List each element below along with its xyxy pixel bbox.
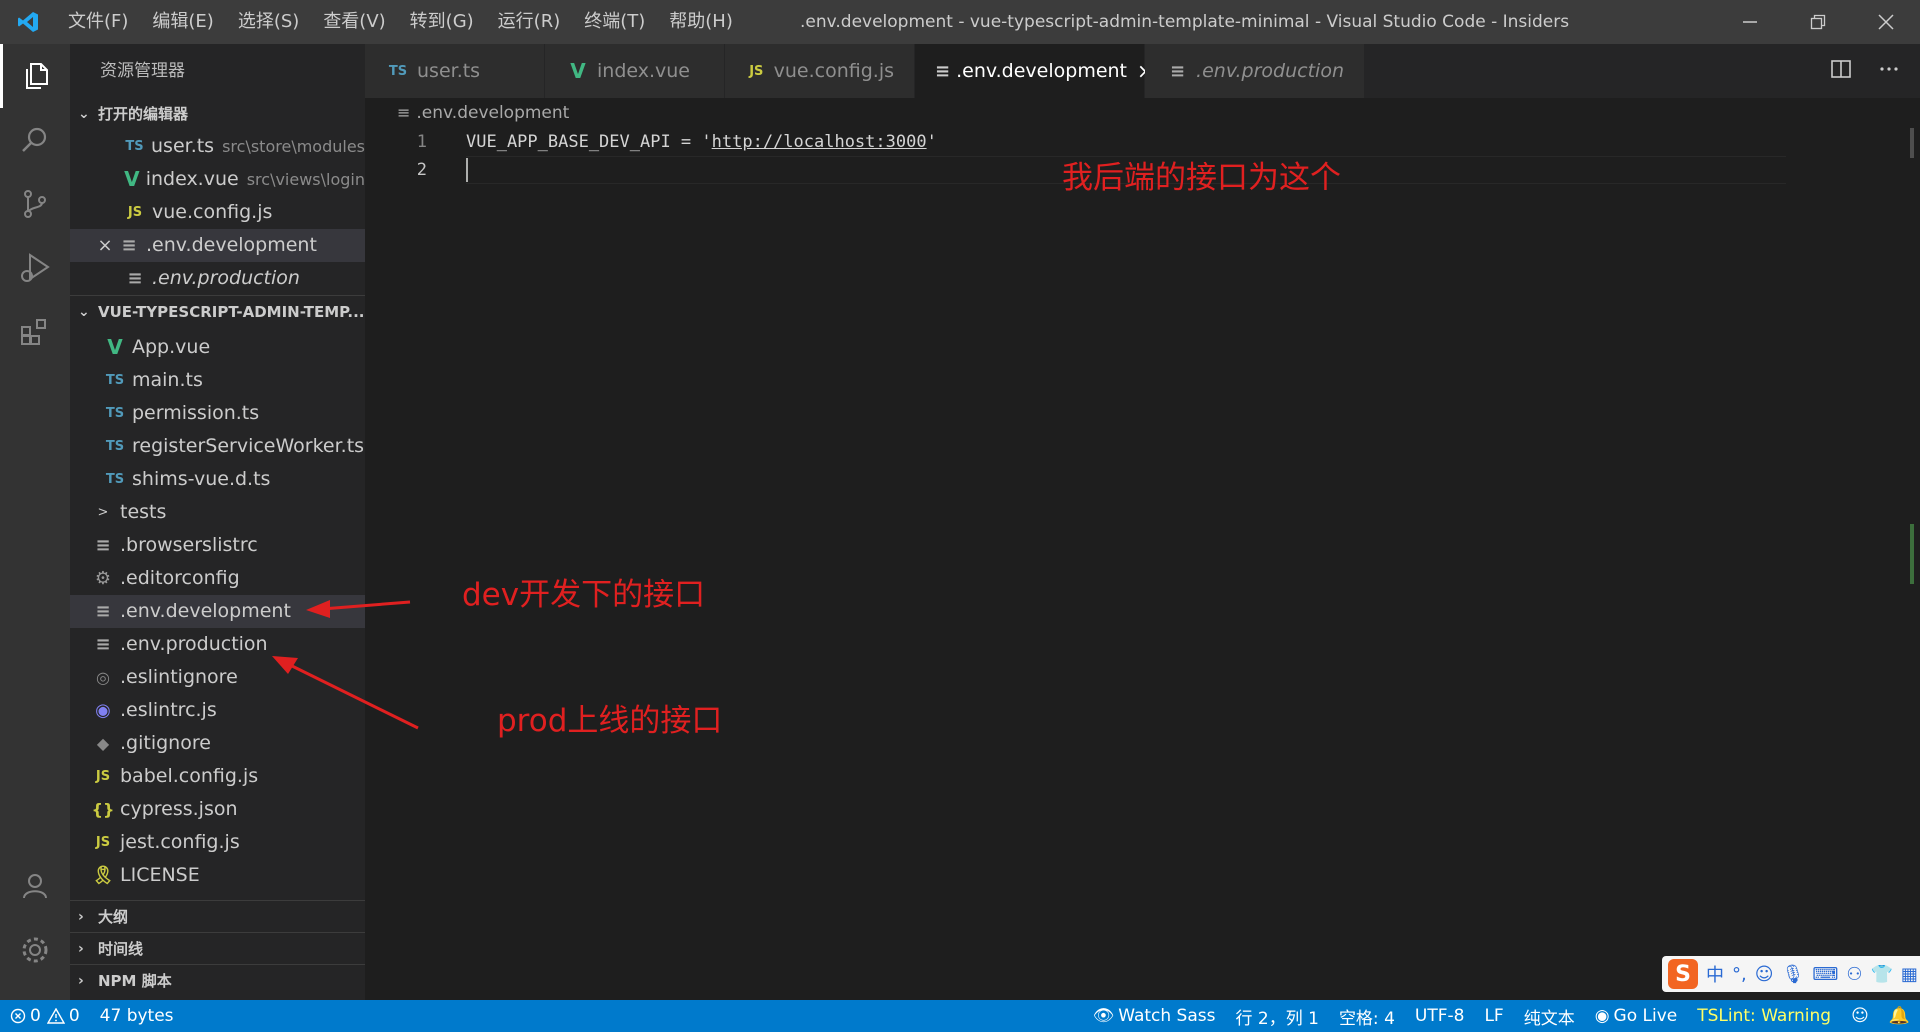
keyboard-icon[interactable]: ⌨ (1812, 964, 1838, 985)
user-icon[interactable]: ⚇ (1846, 964, 1862, 985)
microphone-icon[interactable]: 🎙 (1782, 964, 1805, 985)
indentation[interactable]: 空格: 4 (1329, 1004, 1405, 1029)
arrow-to-env-production (287, 662, 419, 730)
emoji-icon[interactable]: ☺ (1755, 964, 1774, 985)
arrow-to-env-development (321, 600, 411, 611)
eye-icon: 👁 (1092, 1006, 1115, 1026)
arrow-head-icon (306, 600, 330, 618)
annotation-arrows (272, 600, 419, 730)
warning-icon (46, 1008, 65, 1024)
problems-indicator[interactable]: 0 0 (0, 1006, 90, 1026)
arrow-head-icon (272, 656, 298, 674)
notifications-bell-icon[interactable]: 🔔 (1879, 1006, 1920, 1026)
cursor-position[interactable]: 行 2，列 1 (1225, 1004, 1328, 1029)
tslint-status[interactable]: TSLint: Warning (1687, 1006, 1841, 1026)
ime-toolbar[interactable]: S 中 °, ☺ 🎙 ⌨ ⚇ 👕 ▦ (1662, 956, 1920, 992)
status-bar: 0 0 47 bytes 👁 Watch Sass 行 2，列 1 空格: 4 U… (0, 1000, 1920, 1032)
status-bar-right: 👁 Watch Sass 行 2，列 1 空格: 4 UTF-8 LF 纯文本 ◉… (1083, 1000, 1920, 1032)
file-size: 47 bytes (99, 1006, 174, 1026)
sogou-logo-icon: S (1668, 959, 1698, 989)
skin-icon[interactable]: 👕 (1870, 964, 1892, 985)
feedback-icon[interactable]: ☺ (1841, 1006, 1879, 1026)
ime-mode[interactable]: 中 (1706, 961, 1724, 987)
error-icon (10, 1008, 26, 1024)
broadcast-icon: ◉ (1594, 1006, 1610, 1026)
watch-sass-button[interactable]: 👁 Watch Sass (1083, 1006, 1226, 1026)
toolbox-icon[interactable]: ▦ (1901, 964, 1918, 985)
punctuation-icon[interactable]: °, (1732, 964, 1747, 985)
language-mode[interactable]: 纯文本 (1514, 1004, 1585, 1029)
end-of-line[interactable]: LF (1474, 1006, 1513, 1026)
encoding[interactable]: UTF-8 (1405, 1006, 1475, 1026)
go-live-button[interactable]: ◉ Go Live (1585, 1006, 1688, 1026)
